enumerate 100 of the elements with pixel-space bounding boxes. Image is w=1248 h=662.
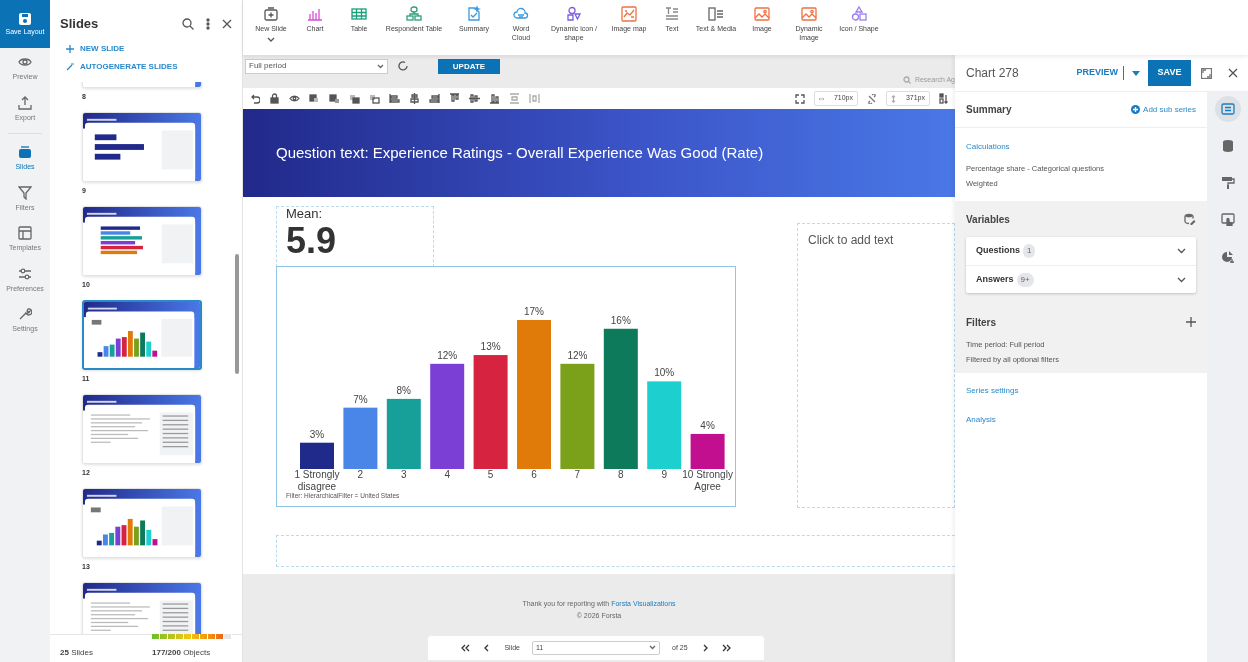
first-page-button[interactable] bbox=[460, 643, 471, 652]
distribute-horizontal-icon bbox=[529, 93, 540, 104]
first-page-icon bbox=[460, 643, 471, 652]
undo-icon bbox=[249, 93, 260, 104]
section-link[interactable]: Series settings bbox=[966, 385, 1019, 397]
add-sub-series-link[interactable]: Add sub series bbox=[1131, 103, 1196, 116]
width-arrows-icon bbox=[819, 95, 824, 102]
category-label: 1 Strongly disagree bbox=[294, 469, 340, 492]
caret-icon bbox=[1132, 70, 1140, 76]
slide-add-icon bbox=[263, 6, 279, 22]
toolbar-icon-button[interactable] bbox=[489, 93, 500, 104]
expand-button[interactable] bbox=[1201, 67, 1212, 79]
toolbar-icon-button[interactable] bbox=[369, 93, 380, 104]
mean-label: Mean: bbox=[286, 207, 324, 222]
fullscreen-button[interactable] bbox=[795, 93, 805, 104]
update-button[interactable]: UPDATE bbox=[438, 58, 500, 74]
variable-row[interactable]: Questions 1 bbox=[966, 237, 1196, 265]
database-icon bbox=[1220, 139, 1235, 153]
toolbar-icon-button[interactable] bbox=[329, 93, 340, 104]
category-label: 3 bbox=[401, 469, 407, 480]
value-label: 12% bbox=[567, 349, 588, 361]
toolbar-icon-button[interactable] bbox=[469, 93, 480, 104]
toolbar-icon-button[interactable] bbox=[449, 93, 460, 104]
variables-button[interactable] bbox=[1184, 213, 1196, 225]
close-icon bbox=[1228, 68, 1238, 78]
toolbar-icon-button[interactable] bbox=[389, 93, 400, 104]
align-top-icon bbox=[449, 93, 460, 104]
value-label: 3% bbox=[309, 428, 325, 440]
toolbar-icon-button[interactable] bbox=[309, 93, 320, 104]
scrollbar[interactable] bbox=[235, 253, 239, 374]
slide-thumbnail[interactable] bbox=[82, 299, 202, 370]
unlink-icon bbox=[867, 93, 877, 104]
pie-download-icon bbox=[1220, 250, 1235, 264]
toolbar-icon-button[interactable] bbox=[429, 93, 440, 104]
mean-value: 5.9 bbox=[286, 221, 338, 261]
panel-tab[interactable] bbox=[1214, 96, 1241, 122]
align-bottom-icon bbox=[489, 93, 500, 104]
upload-icon bbox=[18, 95, 32, 110]
stack-icon bbox=[18, 145, 32, 159]
more-button[interactable] bbox=[206, 17, 210, 30]
last-page-icon bbox=[721, 643, 732, 652]
new-slide-button[interactable]: NEW SLIDE bbox=[50, 39, 242, 58]
kebab-icon bbox=[206, 17, 210, 30]
toolbar-icon-button[interactable] bbox=[249, 93, 260, 104]
value-label: 8% bbox=[396, 384, 412, 396]
toolbar-icon-button[interactable] bbox=[269, 93, 280, 104]
text-lines-icon bbox=[664, 6, 680, 22]
expand-icon bbox=[1201, 67, 1212, 79]
search-doc-icon bbox=[902, 76, 911, 84]
image-icon bbox=[754, 6, 770, 22]
fullscreen-icon bbox=[795, 93, 805, 104]
resize-button[interactable] bbox=[939, 93, 949, 104]
category-label: 7 bbox=[574, 469, 581, 480]
autogenerate-button[interactable]: AUTOGENERATE SLIDES bbox=[50, 57, 242, 76]
save-button[interactable]: SAVE bbox=[1148, 60, 1191, 86]
preview-button[interactable]: PREVIEW bbox=[1076, 66, 1124, 80]
unlink-button[interactable] bbox=[867, 93, 877, 104]
list-icon bbox=[1220, 102, 1235, 116]
close-button[interactable] bbox=[1228, 68, 1238, 78]
value-label: 13% bbox=[480, 341, 501, 353]
close-button[interactable] bbox=[222, 18, 232, 29]
toolbar-icon-button[interactable] bbox=[349, 93, 360, 104]
search-icon bbox=[182, 17, 194, 30]
chevron-down-icon bbox=[1177, 248, 1186, 254]
paint-roller-icon bbox=[1220, 176, 1235, 190]
search-button[interactable] bbox=[182, 17, 194, 30]
table-icon bbox=[351, 6, 367, 22]
value-label: 4% bbox=[700, 419, 715, 431]
count-badge: 1 bbox=[1023, 244, 1036, 258]
section-link[interactable]: Analysis bbox=[966, 414, 996, 426]
slide-title: Question text: Experience Ratings - Overall Experience Was Good (Rate) bbox=[243, 109, 955, 197]
media-text-icon bbox=[708, 6, 724, 22]
preview-dropdown-button[interactable] bbox=[1132, 70, 1140, 76]
value-label: 16% bbox=[610, 314, 631, 326]
org-chart-icon bbox=[406, 6, 422, 22]
slide-count: 25 Slides bbox=[60, 647, 93, 659]
panel-title: Chart 278 bbox=[966, 65, 1020, 82]
last-page-button[interactable] bbox=[721, 643, 732, 652]
period-select[interactable]: Full period bbox=[245, 58, 388, 74]
value-label: 17% bbox=[524, 306, 544, 317]
distribute-vertical-icon bbox=[509, 93, 520, 104]
add-filter-button[interactable] bbox=[1186, 317, 1196, 327]
funnel-icon bbox=[18, 185, 32, 200]
calculations-link[interactable]: Calculations bbox=[966, 141, 1010, 153]
magic-wand-icon bbox=[66, 62, 74, 71]
category-label: 4 bbox=[444, 469, 450, 480]
category-label: 8 bbox=[618, 469, 624, 480]
wrench-icon bbox=[18, 307, 32, 321]
variable-row[interactable]: Answers 9+ bbox=[966, 265, 1196, 293]
align-middle-icon bbox=[469, 93, 480, 104]
category-label: 2 bbox=[357, 469, 364, 480]
section-title: Filters bbox=[966, 315, 996, 330]
align-left-icon bbox=[389, 93, 400, 104]
toolbar-icon-button[interactable] bbox=[409, 93, 420, 104]
cloud-icon bbox=[513, 6, 529, 22]
object-count: 177/200 Objects bbox=[152, 648, 211, 657]
toolbar-icon-button[interactable] bbox=[289, 93, 300, 104]
value-label: 10% bbox=[654, 367, 675, 379]
chevron-down-icon bbox=[1177, 276, 1186, 283]
document-sparkle-icon bbox=[466, 6, 482, 22]
